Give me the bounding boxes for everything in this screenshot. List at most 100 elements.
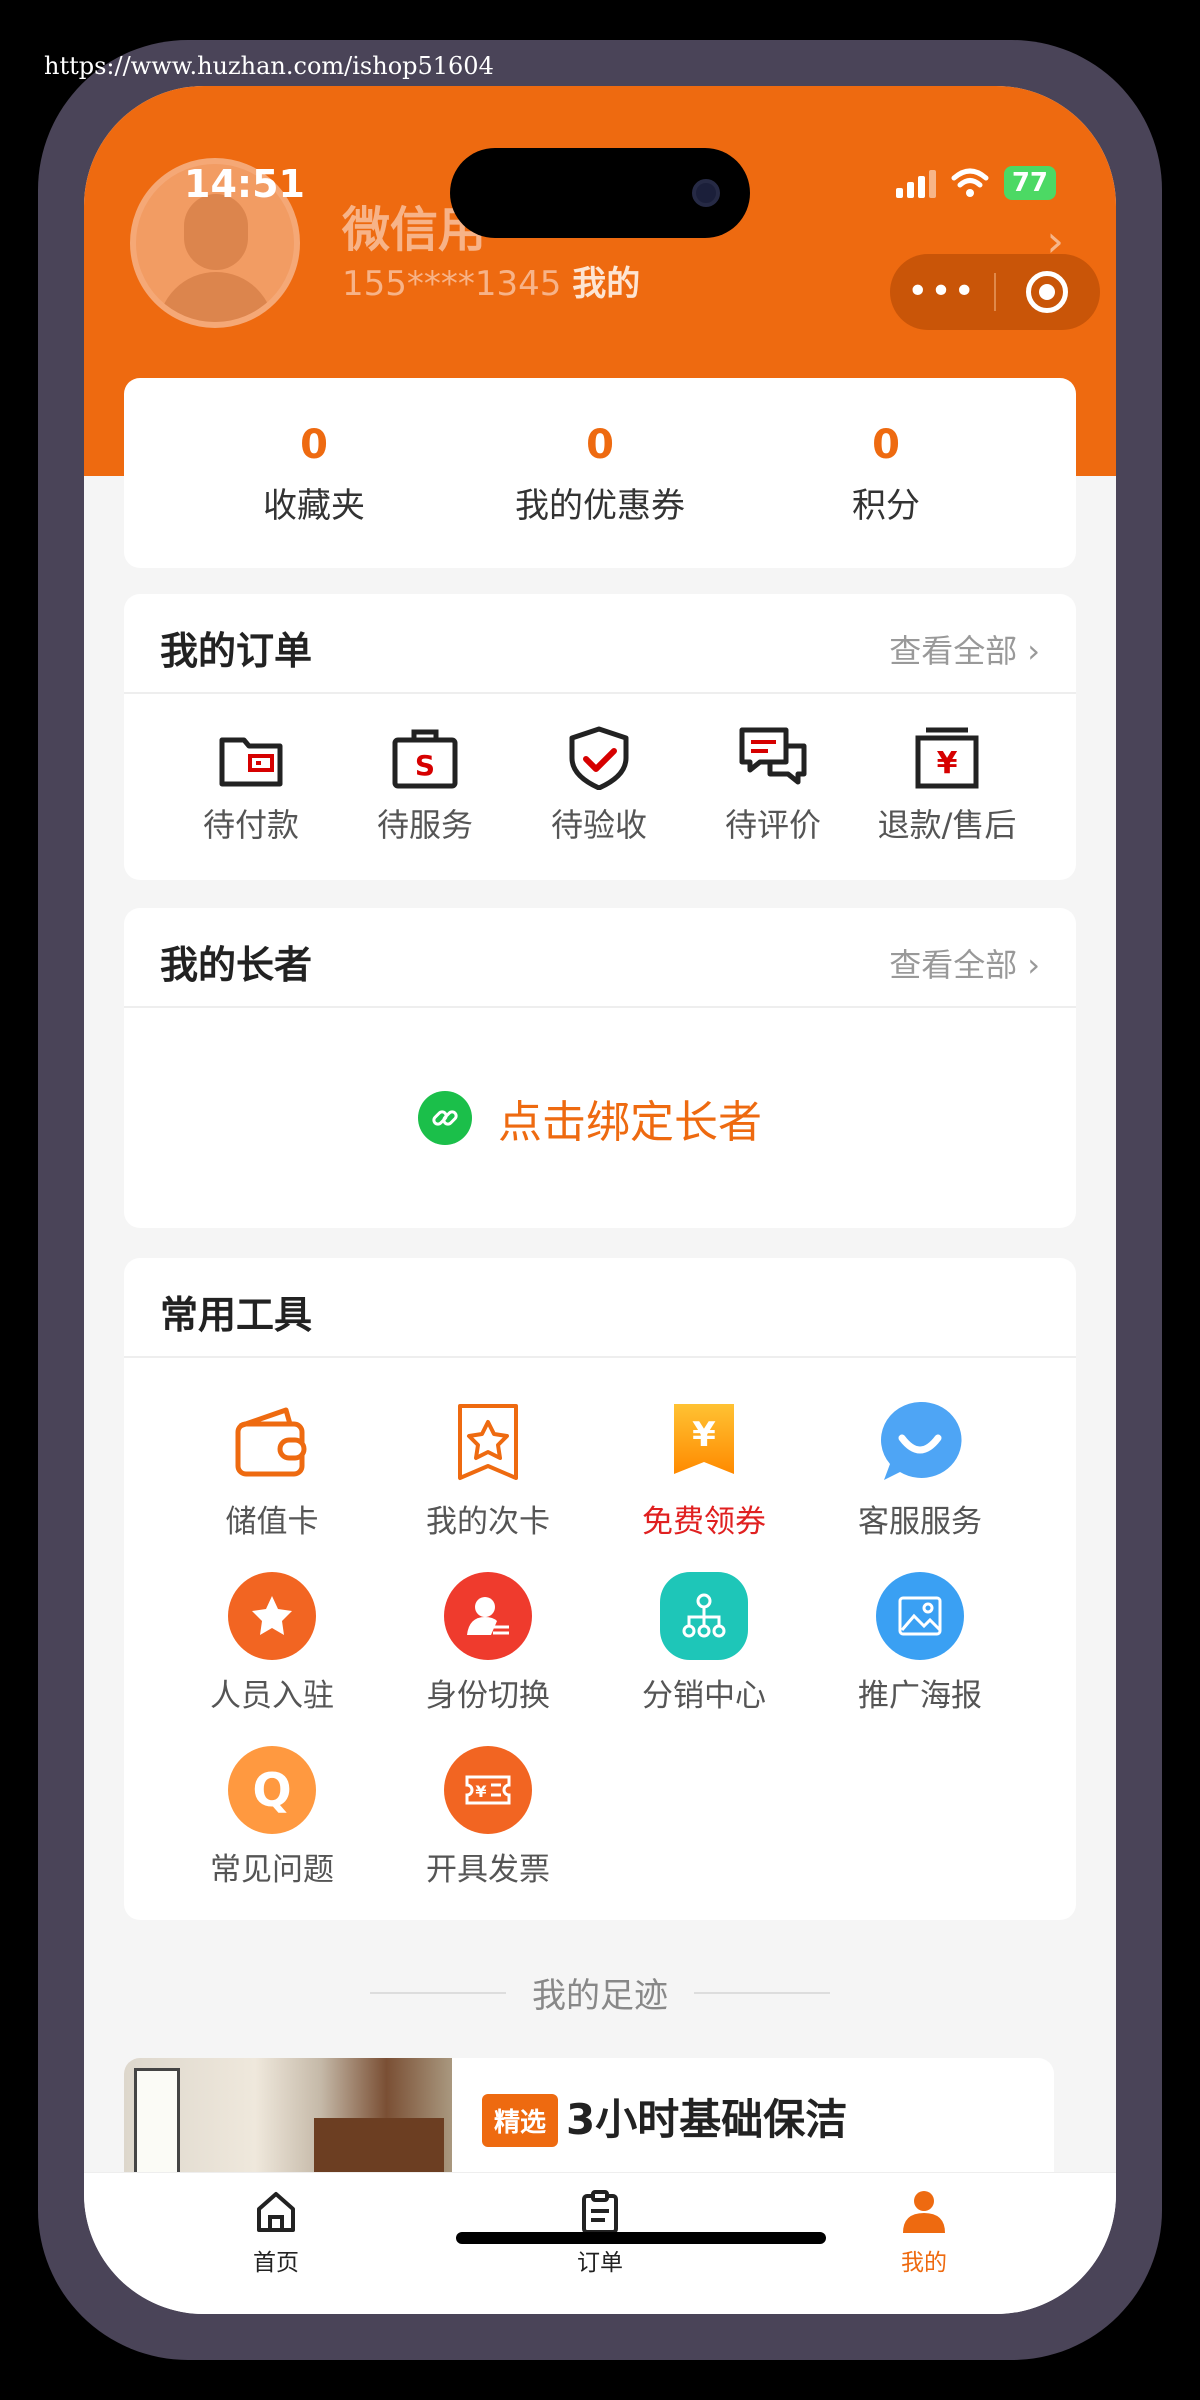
tool-identity-switch[interactable]: 身份切换 bbox=[398, 1572, 578, 1715]
person-icon bbox=[903, 2191, 945, 2233]
status-indicators: 77 bbox=[895, 166, 1056, 200]
common-tools-card: 常用工具 储值卡 我的次卡 ¥ 免费领券 客服服务 人员入驻 身份切换 分销中心… bbox=[124, 1258, 1076, 1920]
poster-icon bbox=[876, 1572, 964, 1660]
chevron-right-icon: › bbox=[1027, 946, 1040, 984]
bind-elder-button[interactable]: 点击绑定长者 bbox=[418, 1086, 762, 1150]
phone-number-text: 155****1345 bbox=[342, 264, 562, 304]
my-label: 我的 bbox=[572, 264, 641, 304]
tool-label: 储值卡 bbox=[225, 1504, 319, 1540]
invoice-icon: ¥ bbox=[444, 1746, 532, 1834]
section-title: 我的订单 bbox=[160, 629, 313, 673]
footprint-title: 我的足迹 bbox=[532, 1976, 668, 2016]
stat-favorites[interactable]: 0 收藏夹 bbox=[164, 378, 464, 527]
order-pending-payment[interactable]: 待付款 bbox=[166, 726, 336, 846]
tool-promo-poster[interactable]: 推广海报 bbox=[830, 1572, 1010, 1715]
wifi-icon bbox=[951, 168, 989, 197]
order-label: 待服务 bbox=[376, 806, 473, 844]
bind-elder-label: 点击绑定长者 bbox=[498, 1097, 762, 1148]
footprint-divider: 我的足迹 bbox=[84, 1968, 1116, 2017]
order-refund-aftersale[interactable]: ¥ 退款/售后 bbox=[862, 726, 1032, 846]
tool-free-coupon[interactable]: ¥ 免费领券 bbox=[614, 1398, 794, 1541]
view-all-elders-link[interactable]: 查看全部 › bbox=[889, 940, 1040, 986]
my-orders-card: 我的订单 查看全部 › 待付款 S 待服务 待验收 待评价 ¥ 退款/售后 bbox=[124, 594, 1076, 880]
tool-invoice[interactable]: ¥ 开具发票 bbox=[398, 1746, 578, 1889]
home-indicator bbox=[456, 2232, 826, 2244]
tab-mine[interactable]: 我的 bbox=[854, 2189, 994, 2277]
order-label: 退款/售后 bbox=[877, 806, 1017, 844]
section-title: 常用工具 bbox=[160, 1293, 313, 1337]
orders-header: 我的订单 查看全部 › bbox=[124, 594, 1076, 694]
signal-icon bbox=[895, 168, 936, 198]
svg-text:¥: ¥ bbox=[692, 1415, 716, 1455]
tool-label: 分销中心 bbox=[642, 1678, 766, 1714]
shield-check-icon bbox=[569, 726, 629, 790]
order-pending-service[interactable]: S 待服务 bbox=[340, 726, 510, 846]
phone-number: 155****1345 我的 bbox=[342, 256, 640, 305]
coupon-icon: ¥ bbox=[660, 1398, 748, 1486]
stat-value: 0 bbox=[872, 422, 900, 468]
tools-header: 常用工具 bbox=[124, 1258, 1076, 1358]
tool-stored-value-card[interactable]: 储值卡 bbox=[182, 1398, 362, 1541]
stats-card: 0 收藏夹 0 我的优惠券 0 积分 bbox=[124, 378, 1076, 568]
tab-home[interactable]: 首页 bbox=[206, 2189, 346, 2277]
tool-label: 推广海报 bbox=[858, 1678, 982, 1714]
order-label: 待评价 bbox=[724, 806, 821, 844]
network-icon bbox=[660, 1572, 748, 1660]
star-card-icon bbox=[444, 1398, 532, 1486]
camera-icon bbox=[692, 179, 720, 207]
screen: 14:51 77 微信用 155****1345 我的 › ••• 0 收藏夹 … bbox=[84, 86, 1116, 2314]
tool-label: 常见问题 bbox=[210, 1852, 334, 1888]
home-icon bbox=[257, 2192, 295, 2232]
phone-frame: 14:51 77 微信用 155****1345 我的 › ••• 0 收藏夹 … bbox=[38, 40, 1162, 2360]
star-circle-icon bbox=[228, 1572, 316, 1660]
comment-icon bbox=[739, 727, 807, 785]
chevron-right-icon: › bbox=[1027, 632, 1040, 670]
tool-punch-card[interactable]: 我的次卡 bbox=[398, 1398, 578, 1541]
stat-label: 积分 bbox=[852, 486, 920, 526]
bag-icon: S bbox=[392, 729, 458, 789]
tool-staff-join[interactable]: 人员入驻 bbox=[182, 1572, 362, 1715]
stat-value: 0 bbox=[586, 422, 614, 468]
order-label: 待验收 bbox=[550, 806, 647, 844]
tool-label: 身份切换 bbox=[426, 1678, 550, 1714]
my-elders-card: 我的长者 查看全部 › 点击绑定长者 bbox=[124, 908, 1076, 1228]
svg-text:S: S bbox=[415, 749, 435, 782]
section-title: 我的长者 bbox=[160, 943, 313, 987]
order-pending-acceptance[interactable]: 待验收 bbox=[514, 726, 684, 846]
clipboard-icon bbox=[582, 2190, 618, 2234]
tool-label: 人员入驻 bbox=[210, 1678, 334, 1714]
tool-label: 我的次卡 bbox=[426, 1504, 550, 1540]
mini-program-capsule: ••• bbox=[890, 254, 1100, 330]
more-icon[interactable]: ••• bbox=[890, 274, 994, 310]
chat-bubble-icon bbox=[876, 1398, 964, 1486]
order-label: 待付款 bbox=[202, 806, 299, 844]
status-time: 14:51 bbox=[184, 162, 305, 206]
order-pending-review[interactable]: 待评价 bbox=[688, 726, 858, 846]
stat-label: 我的优惠券 bbox=[515, 486, 685, 526]
stat-label: 收藏夹 bbox=[263, 486, 365, 526]
close-target-icon[interactable] bbox=[1026, 271, 1068, 313]
tab-label: 我的 bbox=[901, 2250, 947, 2276]
watermark-url: https://www.huzhan.com/ishop51604 bbox=[44, 52, 494, 80]
tool-customer-service[interactable]: 客服服务 bbox=[830, 1398, 1010, 1541]
tool-label: 客服服务 bbox=[858, 1504, 982, 1540]
stat-points[interactable]: 0 积分 bbox=[736, 378, 1036, 527]
tool-distribution-center[interactable]: 分销中心 bbox=[614, 1572, 794, 1715]
question-icon: Q bbox=[228, 1746, 316, 1834]
svg-text:¥: ¥ bbox=[937, 746, 958, 781]
tab-label: 订单 bbox=[577, 2250, 623, 2276]
link-icon bbox=[418, 1091, 472, 1145]
tab-label: 首页 bbox=[253, 2250, 299, 2276]
user-switch-icon bbox=[444, 1572, 532, 1660]
stat-coupons[interactable]: 0 我的优惠券 bbox=[450, 378, 750, 527]
featured-tag: 精选 bbox=[482, 2094, 559, 2147]
stat-value: 0 bbox=[300, 422, 328, 468]
battery-icon: 77 bbox=[1003, 166, 1056, 200]
tool-faq[interactable]: Q 常见问题 bbox=[182, 1746, 362, 1889]
tool-label: 免费领券 bbox=[642, 1504, 766, 1540]
svg-text:¥: ¥ bbox=[475, 1782, 486, 1801]
tool-label: 开具发票 bbox=[426, 1852, 550, 1888]
view-all-orders-link[interactable]: 查看全部 › bbox=[889, 626, 1040, 672]
wallet-card-icon bbox=[228, 1398, 316, 1486]
elders-header: 我的长者 查看全部 › bbox=[124, 908, 1076, 1008]
